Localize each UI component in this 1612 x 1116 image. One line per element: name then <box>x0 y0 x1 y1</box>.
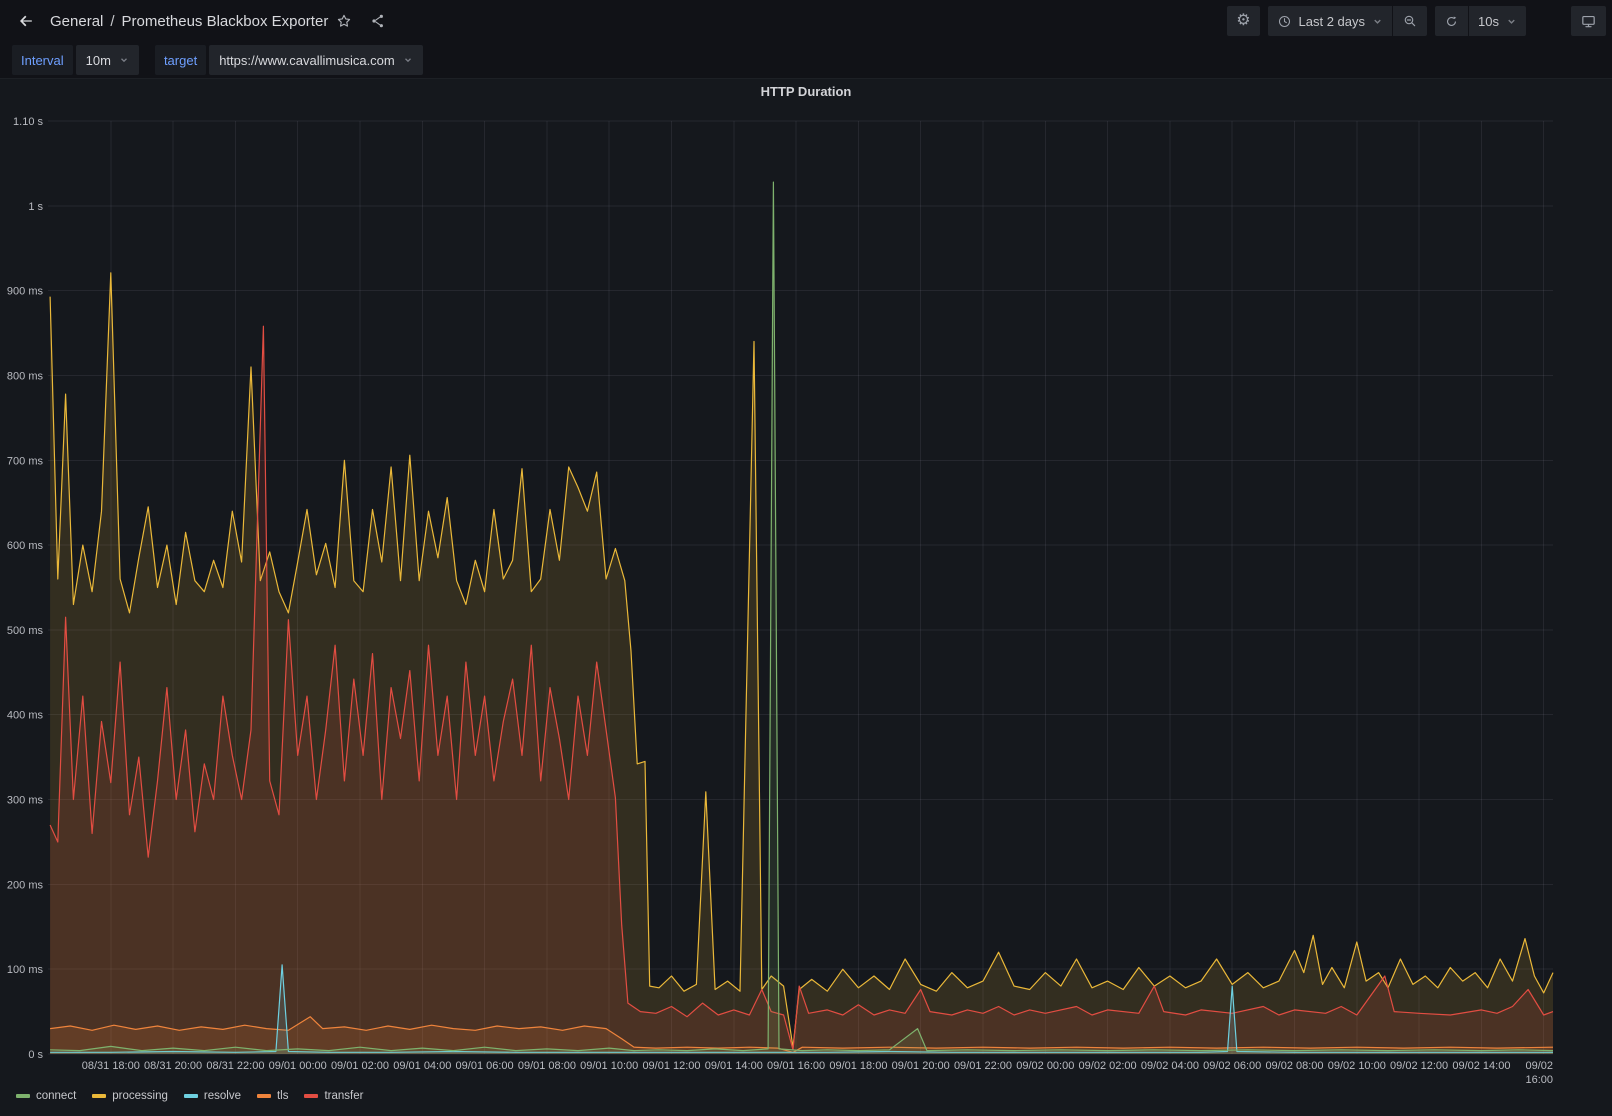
favorite-button[interactable] <box>330 9 358 33</box>
x-axis-tick: 09/01 22:00 <box>954 1060 1012 1072</box>
breadcrumb-separator: / <box>110 13 114 30</box>
http-duration-panel: 1.10 s 1 s 900 ms 800 ms 700 ms 600 ms 500 ms 4… <box>0 78 1612 1116</box>
x-axis-tick: 09/01 16:00 <box>767 1060 825 1072</box>
x-axis-tick: 09/02 00:00 <box>1016 1060 1074 1072</box>
breadcrumb-folder[interactable]: General <box>50 13 103 30</box>
chevron-down-icon <box>1506 16 1517 27</box>
share-alt-icon <box>370 13 386 29</box>
y-axis-tick: 1 s <box>28 201 43 213</box>
x-axis-tick: 09/02 02:00 <box>1079 1060 1137 1072</box>
legend-label: processing <box>112 1090 168 1102</box>
x-axis-tick: 16:00 <box>1525 1074 1553 1085</box>
x-axis-tick: 09/02 <box>1525 1060 1553 1072</box>
legend-item-processing[interactable]: processing <box>92 1090 168 1102</box>
chevron-down-icon <box>403 55 413 65</box>
x-axis-tick: 09/01 18:00 <box>829 1060 887 1072</box>
x-axis-tick: 09/01 06:00 <box>456 1060 514 1072</box>
legend-item-transfer[interactable]: transfer <box>304 1090 363 1102</box>
legend-item-tls[interactable]: tls <box>257 1090 289 1102</box>
chevron-down-icon <box>119 55 129 65</box>
legend-label: transfer <box>324 1090 363 1102</box>
interval-variable-label: Interval <box>12 45 73 75</box>
magnifier-minus-icon <box>1402 13 1418 29</box>
y-axis-tick: 200 ms <box>7 879 44 891</box>
time-range-picker[interactable]: Last 2 days <box>1268 6 1393 36</box>
y-axis-tick: 300 ms <box>7 795 44 807</box>
x-axis-tick: 08/31 20:00 <box>144 1060 202 1072</box>
legend-label: connect <box>36 1090 76 1102</box>
x-axis-tick: 09/02 10:00 <box>1328 1060 1386 1072</box>
legend-swatch <box>16 1094 30 1098</box>
target-variable-select[interactable]: https://www.cavallimusica.com <box>209 45 423 75</box>
y-axis-tick: 100 ms <box>7 964 44 976</box>
breadcrumb: General / Prometheus Blackbox Exporter <box>50 13 328 30</box>
y-axis-tick: 800 ms <box>7 370 44 382</box>
time-range-label: Last 2 days <box>1299 14 1366 29</box>
x-axis-tick: 09/01 02:00 <box>331 1060 389 1072</box>
x-axis-tick: 09/02 12:00 <box>1390 1060 1448 1072</box>
top-navbar: General / Prometheus Blackbox Exporter ⚙… <box>0 0 1612 42</box>
legend-swatch <box>257 1094 271 1098</box>
refresh-interval-label: 10s <box>1478 14 1499 29</box>
x-axis-tick: 09/02 14:00 <box>1452 1060 1510 1072</box>
x-axis-tick: 09/01 20:00 <box>892 1060 950 1072</box>
x-axis-tick: 09/01 00:00 <box>269 1060 327 1072</box>
target-variable: target https://www.cavallimusica.com <box>155 45 423 75</box>
interval-variable: Interval 10m <box>12 45 139 75</box>
y-axis-tick: 400 ms <box>7 710 44 722</box>
refresh-interval-picker[interactable]: 10s <box>1469 6 1526 36</box>
x-axis-tick: 09/02 08:00 <box>1265 1060 1323 1072</box>
interval-variable-value: 10m <box>86 53 111 68</box>
x-axis-tick: 09/01 14:00 <box>705 1060 763 1072</box>
interval-variable-select[interactable]: 10m <box>76 45 139 75</box>
tv-mode-button[interactable] <box>1571 6 1606 36</box>
panel-title[interactable]: HTTP Duration <box>0 84 1612 99</box>
legend-label: tls <box>277 1090 289 1102</box>
x-axis-tick: 09/01 10:00 <box>580 1060 638 1072</box>
y-axis-tick: 900 ms <box>7 286 44 298</box>
time-picker-group: Last 2 days <box>1268 6 1428 36</box>
share-button[interactable] <box>364 9 392 33</box>
y-axis-tick: 0 s <box>28 1049 43 1061</box>
legend-label: resolve <box>204 1090 241 1102</box>
x-axis-tick: 09/02 04:00 <box>1141 1060 1199 1072</box>
refresh-icon <box>1444 14 1459 29</box>
x-axis-tick: 08/31 22:00 <box>206 1060 264 1072</box>
dashboard-submenu: Interval 10m target https://www.cavallim… <box>0 42 1612 78</box>
target-variable-label: target <box>155 45 206 75</box>
refresh-group: 10s <box>1435 6 1526 36</box>
y-axis-tick: 700 ms <box>7 455 44 467</box>
arrow-left-icon <box>16 11 36 31</box>
legend-item-resolve[interactable]: resolve <box>184 1090 241 1102</box>
x-axis-tick: 09/01 12:00 <box>642 1060 700 1072</box>
gear-icon: ⚙ <box>1236 13 1250 29</box>
http-duration-chart[interactable]: 1.10 s 1 s 900 ms 800 ms 700 ms 600 ms 500 ms 4… <box>0 79 1612 1085</box>
x-axis-tick: 09/01 08:00 <box>518 1060 576 1072</box>
clock-icon <box>1277 14 1292 29</box>
breadcrumb-dashboard-title: Prometheus Blackbox Exporter <box>122 13 329 30</box>
y-axis-tick: 500 ms <box>7 625 44 637</box>
dashboard-settings-button[interactable]: ⚙ <box>1227 6 1259 36</box>
chevron-down-icon <box>1372 16 1383 27</box>
monitor-icon <box>1580 13 1597 30</box>
star-icon <box>336 13 352 29</box>
y-axis-tick: 1.10 s <box>13 116 43 128</box>
legend-swatch <box>304 1094 318 1098</box>
y-axis-tick: 600 ms <box>7 540 44 552</box>
x-axis-tick: 09/02 06:00 <box>1203 1060 1261 1072</box>
back-button[interactable] <box>10 7 42 35</box>
target-variable-value: https://www.cavallimusica.com <box>219 53 395 68</box>
chart-legend: connect processing resolve tls transfer <box>16 1085 363 1107</box>
legend-swatch <box>92 1094 106 1098</box>
x-axis-tick: 08/31 18:00 <box>82 1060 140 1072</box>
x-axis-tick: 09/01 04:00 <box>393 1060 451 1072</box>
legend-swatch <box>184 1094 198 1098</box>
refresh-button[interactable] <box>1435 6 1468 36</box>
zoom-out-button[interactable] <box>1393 6 1427 36</box>
legend-item-connect[interactable]: connect <box>16 1090 76 1102</box>
